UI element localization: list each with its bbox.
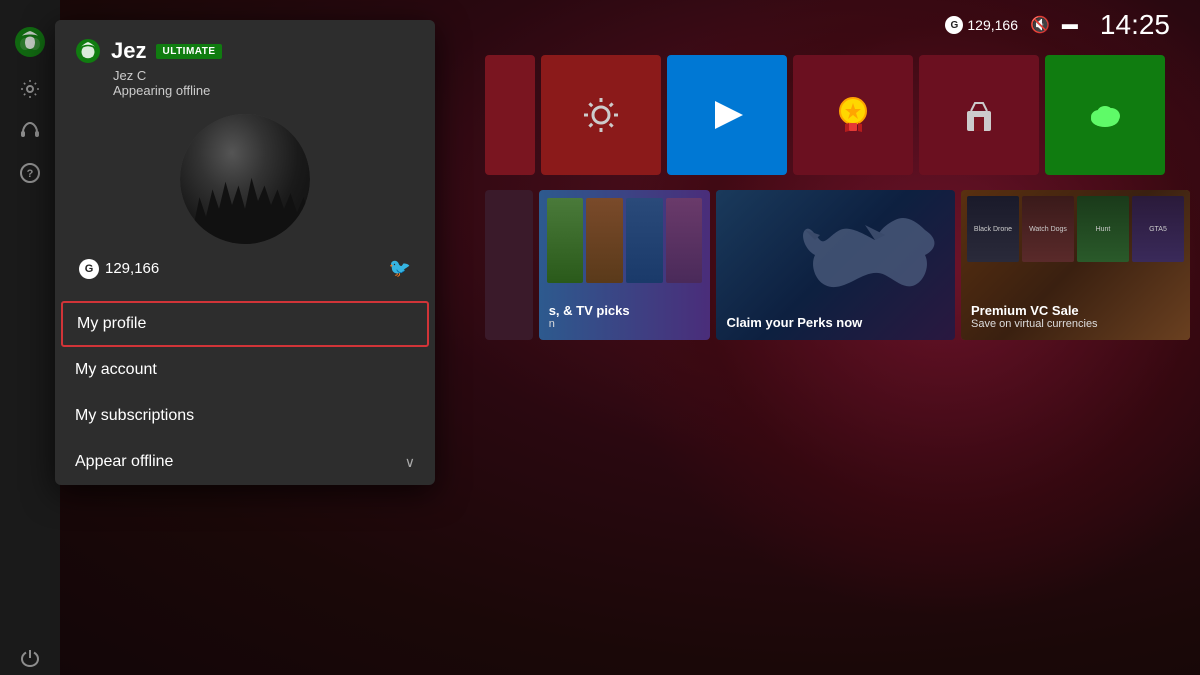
menu-item-my-profile[interactable]: My profile xyxy=(61,301,429,347)
banner-perks-text: Claim your Perks now xyxy=(726,315,862,330)
full-name: Jez C xyxy=(113,68,415,83)
tile-gamepass[interactable] xyxy=(1045,55,1165,175)
profile-header: Jez ULTIMATE Jez C Appearing offline G 1… xyxy=(55,20,435,295)
banner-vc-title: Premium VC Sale xyxy=(971,303,1098,318)
sidebar-item-help[interactable]: ? xyxy=(0,156,60,190)
banner-tv-picks[interactable]: s, & TV picks n xyxy=(539,190,711,340)
battery-icon: ▬ xyxy=(1062,16,1078,34)
gamerscore-icon: G xyxy=(945,16,963,34)
medal-icon xyxy=(831,93,876,138)
gamerscore-left: G 129,166 xyxy=(79,259,159,279)
banner-tv-text: s, & TV picks n xyxy=(549,303,630,330)
panel-gamerscore: 129,166 xyxy=(105,260,159,277)
store-icon xyxy=(959,95,999,135)
banner-perks-title: Claim your Perks now xyxy=(726,315,862,330)
menu-item-appear-offline[interactable]: Appear offline ∨ xyxy=(55,439,435,485)
profile-panel: Jez ULTIMATE Jez C Appearing offline G 1… xyxy=(55,20,435,485)
ultimate-badge: ULTIMATE xyxy=(156,44,221,59)
bottom-area: s, & TV picks n Claim your Perks now xyxy=(485,190,1190,346)
appear-offline-label: Appear offline xyxy=(75,453,173,471)
bottom-row-1: s, & TV picks n Claim your Perks now xyxy=(485,190,1190,340)
cloud-icon xyxy=(1085,95,1125,135)
clock: 14:25 xyxy=(1100,9,1170,41)
svg-text:?: ? xyxy=(27,168,34,180)
tile-media[interactable] xyxy=(667,55,787,175)
banner-tv-title: s, & TV picks xyxy=(549,303,630,318)
power-icon xyxy=(19,647,41,669)
headset-icon xyxy=(19,120,41,142)
menu-item-my-subscriptions[interactable]: My subscriptions xyxy=(55,393,435,439)
sidebar-item-power[interactable] xyxy=(0,641,60,675)
banner-vc-subtitle: Save on virtual currencies xyxy=(971,318,1098,330)
xbox-logo-panel-icon xyxy=(75,38,101,64)
tiles-row-1 xyxy=(485,55,1190,175)
banner-perks[interactable]: Claim your Perks now xyxy=(716,190,955,340)
tile-gear-icon xyxy=(576,90,626,140)
avatar-container xyxy=(75,114,415,244)
tile-achievements[interactable] xyxy=(793,55,913,175)
tile-settings[interactable] xyxy=(541,55,661,175)
my-subscriptions-label: My subscriptions xyxy=(75,407,194,425)
banner-tv-subtitle: n xyxy=(549,318,630,330)
mute-icon: 🔇 xyxy=(1030,15,1050,35)
twitter-icon[interactable]: 🐦 xyxy=(389,258,411,279)
question-icon: ? xyxy=(19,162,41,184)
banner-vc-text: Premium VC Sale Save on virtual currenci… xyxy=(971,303,1098,330)
gear-icon xyxy=(19,78,41,100)
avatar xyxy=(180,114,310,244)
tile-partial[interactable] xyxy=(485,55,535,175)
my-profile-label: My profile xyxy=(77,315,146,333)
g-circle-icon: G xyxy=(79,259,99,279)
chevron-down-icon: ∨ xyxy=(405,454,415,471)
username: Jez xyxy=(111,38,146,64)
partial-banner-left xyxy=(485,190,533,340)
top-bar-right: G 129,166 🔇 ▬ 14:25 xyxy=(945,9,1170,41)
gamerscore-row: G 129,166 🐦 xyxy=(75,258,415,279)
banner-vc-sale[interactable]: Black Drone Watch Dogs Hunt GTA5 Premium… xyxy=(961,190,1190,340)
gamerscore-display: G 129,166 xyxy=(945,16,1018,34)
profile-name-row: Jez ULTIMATE xyxy=(75,38,415,64)
menu-items: My profile My account My subscriptions A… xyxy=(55,301,435,485)
play-icon xyxy=(707,95,747,135)
menu-item-my-account[interactable]: My account xyxy=(55,347,435,393)
gamerscore-value: 129,166 xyxy=(967,17,1018,33)
sidebar-item-settings[interactable] xyxy=(0,72,60,106)
tiles-area xyxy=(485,55,1190,181)
dragon-icon xyxy=(765,200,945,320)
my-account-label: My account xyxy=(75,361,157,379)
sidebar-item-audio[interactable] xyxy=(0,114,60,148)
tile-store[interactable] xyxy=(919,55,1039,175)
status: Appearing offline xyxy=(113,83,415,98)
avatar-forest-bg xyxy=(180,114,310,244)
sidebar: ? xyxy=(0,0,60,675)
